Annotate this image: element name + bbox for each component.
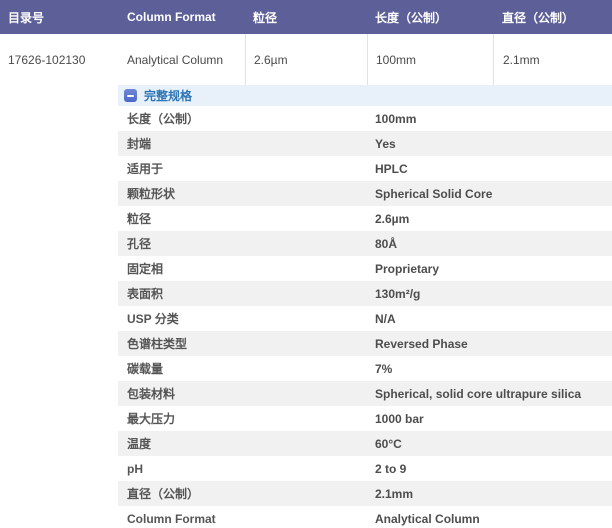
spec-value: Analytical Column <box>375 511 480 526</box>
spec-label: 粒径 <box>127 212 152 226</box>
product-spec-page: 目录号 Column Format 粒径 长度（公制） 直径（公制） 17626… <box>0 0 612 528</box>
spec-label: 封端 <box>127 137 152 151</box>
spec-label: 温度 <box>127 437 152 451</box>
spec-label: 颗粒形状 <box>127 187 176 201</box>
spec-row: USP 分类 N/A <box>118 306 612 331</box>
cell-length-metric: 100mm <box>367 34 493 85</box>
spec-row: Column Format Analytical Column <box>118 506 612 528</box>
spec-value: 1000 bar <box>375 411 424 426</box>
spec-label: 包装材料 <box>127 387 176 401</box>
spec-value: 130m²/g <box>375 286 421 301</box>
spec-label: 长度（公制） <box>127 112 200 126</box>
specs-list: 长度（公制） 100mm 封端 Yes 适用于 HPLC 颗粒形状 Spheri… <box>118 106 612 528</box>
spec-row: 碳载量 7% <box>118 356 612 381</box>
spec-row: pH 2 to 9 <box>118 456 612 481</box>
spec-label: 最大压力 <box>127 412 176 426</box>
spec-value: 7% <box>375 361 393 376</box>
spec-value: HPLC <box>375 161 408 176</box>
spec-value: 2 to 9 <box>375 461 407 476</box>
spec-row: 孔径 80Å <box>118 231 612 256</box>
spec-row: 长度（公制） 100mm <box>118 106 612 131</box>
spec-label: 孔径 <box>127 237 152 251</box>
spec-value: Spherical, solid core ultrapure silica <box>375 386 582 401</box>
spec-label: 直径（公制） <box>127 487 200 501</box>
spec-label: Column Format <box>127 511 216 526</box>
spec-row: 封端 Yes <box>118 131 612 156</box>
full-specs-label[interactable]: 完整规格 <box>144 87 192 104</box>
spec-label: pH <box>127 461 143 476</box>
column-header-particle-size: 粒径 <box>253 10 278 25</box>
spec-row: 最大压力 1000 bar <box>118 406 612 431</box>
spec-value: 80Å <box>375 236 398 251</box>
spec-label: 碳载量 <box>127 362 164 376</box>
table-header: 目录号 Column Format 粒径 长度（公制） 直径（公制） <box>0 0 612 34</box>
cell-column-format: Analytical Column <box>127 52 224 67</box>
column-header-catalog-number: 目录号 <box>8 10 45 25</box>
column-header-diameter-metric: 直径（公制） <box>502 10 575 25</box>
spec-row: 适用于 HPLC <box>118 156 612 181</box>
spec-label: 色谱柱类型 <box>127 337 188 351</box>
spec-value: 60°C <box>375 436 402 451</box>
spec-label: USP 分类 <box>127 312 179 326</box>
spec-row: 色谱柱类型 Reversed Phase <box>118 331 612 356</box>
spec-value: 2.6µm <box>375 211 410 226</box>
spec-value: 2.1mm <box>375 486 414 501</box>
spec-row: 表面积 130m²/g <box>118 281 612 306</box>
spec-value: Yes <box>375 136 396 151</box>
spec-value: Proprietary <box>375 261 440 276</box>
full-specs-toggle[interactable]: 完整规格 <box>118 85 612 106</box>
column-header-length-metric: 长度（公制） <box>375 10 448 25</box>
spec-row: 包装材料 Spherical, solid core ultrapure sil… <box>118 381 612 406</box>
spec-value: Reversed Phase <box>375 336 468 351</box>
spec-label: 表面积 <box>127 287 164 301</box>
column-header-column-format: Column Format <box>127 10 216 24</box>
spec-label: 适用于 <box>127 162 164 176</box>
spec-row: 颗粒形状 Spherical Solid Core <box>118 181 612 206</box>
cell-particle-size: 2.6µm <box>245 34 367 85</box>
spec-value: Spherical Solid Core <box>375 186 493 201</box>
spec-row: 固定相 Proprietary <box>118 256 612 281</box>
cell-catalog-number: 17626-102130 <box>8 52 86 67</box>
spec-value: N/A <box>375 311 396 326</box>
spec-row: 粒径 2.6µm <box>118 206 612 231</box>
spec-row: 温度 60°C <box>118 431 612 456</box>
table-row: 17626-102130 Analytical Column 2.6µm 100… <box>0 34 612 85</box>
spec-value: 100mm <box>375 111 417 126</box>
spec-label: 固定相 <box>127 262 164 276</box>
cell-diameter-metric: 2.1mm <box>493 34 612 85</box>
collapse-minus-icon[interactable] <box>124 89 137 102</box>
spec-row: 直径（公制） 2.1mm <box>118 481 612 506</box>
full-specs-section: 完整规格 长度（公制） 100mm 封端 Yes 适用于 HPLC 颗粒形状 S… <box>118 85 612 528</box>
